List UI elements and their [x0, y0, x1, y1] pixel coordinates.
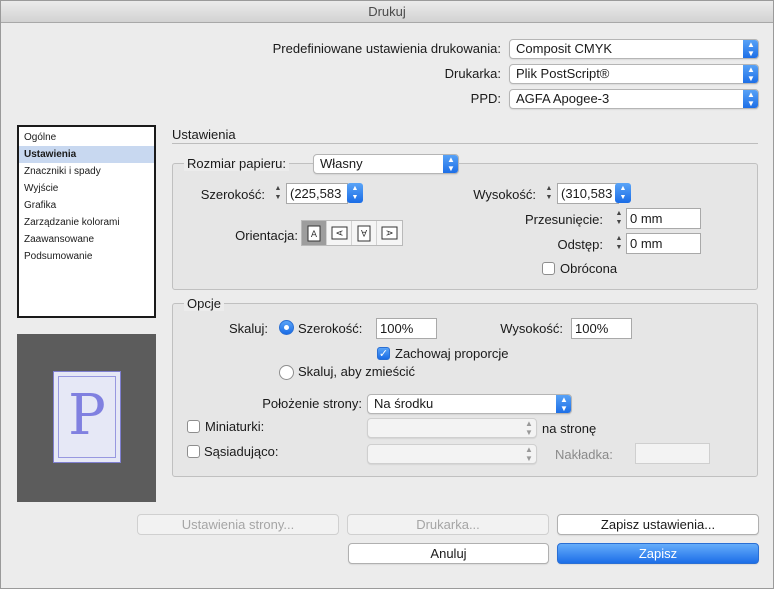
orientation-segmented-control: A A A A: [301, 220, 403, 246]
height-field[interactable]: (310,583: [557, 183, 619, 204]
reverse-portrait-orientation-icon[interactable]: A: [352, 221, 377, 245]
sidebar-item-marks-bleeds[interactable]: Znaczniki i spady: [19, 163, 154, 180]
cancel-button[interactable]: Anuluj: [348, 543, 549, 564]
sidebar-item-graphics[interactable]: Grafika: [19, 197, 154, 214]
scale-height-label: Wysokość:: [500, 321, 563, 336]
preset-label: Predefiniowane ustawienia drukowania:: [272, 41, 501, 56]
page-position-label: Położenie strony:: [262, 396, 362, 411]
paper-size-value: Własny: [320, 156, 363, 171]
flipped-label: Obrócona: [560, 261, 618, 276]
height-stepper-icon[interactable]: ▲ ▼: [544, 183, 554, 203]
width-label: Szerokość:: [200, 187, 265, 202]
gap-stepper-icon[interactable]: ▲ ▼: [614, 233, 624, 253]
thumbnails-select[interactable]: ▲ ▼: [367, 418, 537, 438]
page-position-select[interactable]: Na środku ▲ ▼: [367, 394, 572, 414]
overlap-field[interactable]: [635, 443, 710, 464]
height-label: Wysokość:: [473, 187, 536, 202]
section-title: Ustawienia: [172, 127, 236, 142]
sidebar-list: Ogólne Ustawienia Znaczniki i spady Wyjś…: [17, 125, 156, 318]
save-settings-button[interactable]: Zapisz ustawienia...: [557, 514, 759, 535]
sidebar-item-setup[interactable]: Ustawienia: [19, 146, 154, 163]
options-title: Opcje: [184, 296, 224, 311]
scale-radio[interactable]: [279, 320, 294, 335]
gap-field[interactable]: 0 mm: [626, 233, 701, 254]
preset-select[interactable]: Composit CMYK ▲ ▼: [509, 39, 759, 59]
chevron-updown-icon: ▲ ▼: [525, 445, 533, 463]
width-unit-stepper-icon[interactable]: ▲ ▼: [347, 183, 363, 203]
thumbnails-checkbox[interactable]: [187, 420, 200, 433]
preview-page: P: [53, 371, 121, 463]
sidebar-item-general[interactable]: Ogólne: [19, 129, 154, 146]
gap-label: Odstęp:: [557, 237, 603, 252]
page-preview: P: [17, 334, 156, 502]
preset-value: Composit CMYK: [516, 41, 613, 56]
flipped-checkbox[interactable]: [542, 262, 555, 275]
printer-value: Plik PostScript®: [516, 66, 610, 81]
svg-text:A: A: [311, 230, 318, 240]
chevron-updown-icon: ▲ ▼: [525, 419, 533, 437]
thumbnails-label: Miniaturki:: [205, 419, 265, 434]
svg-text:A: A: [335, 230, 344, 236]
scale-width-field[interactable]: 100%: [376, 318, 437, 339]
orientation-label: Orientacja:: [235, 228, 298, 243]
chevron-updown-icon: ▲ ▼: [556, 395, 571, 413]
scale-label: Skaluj:: [228, 321, 268, 336]
ppd-value: AGFA Apogee-3: [516, 91, 610, 106]
printer-select[interactable]: Plik PostScript® ▲ ▼: [509, 64, 759, 84]
chevron-updown-icon: ▲ ▼: [443, 155, 458, 173]
tile-label: Sąsiadująco:: [204, 444, 279, 459]
width-stepper-icon[interactable]: ▲ ▼: [273, 183, 283, 203]
offset-field[interactable]: 0 mm: [626, 208, 701, 229]
printer-button[interactable]: Drukarka...: [347, 514, 549, 535]
page-position-value: Na środku: [374, 396, 434, 411]
ppd-select[interactable]: AGFA Apogee-3 ▲ ▼: [509, 89, 759, 109]
sidebar-item-advanced[interactable]: Zaawansowane: [19, 231, 154, 248]
overlap-label: Nakładka:: [555, 447, 613, 462]
keep-proportions-checkbox[interactable]: ✓: [377, 347, 390, 360]
scale-to-fit-radio[interactable]: [279, 365, 294, 380]
sidebar-item-output[interactable]: Wyjście: [19, 180, 154, 197]
paper-size-select[interactable]: Własny ▲ ▼: [313, 154, 459, 174]
section-divider: [172, 143, 758, 144]
chevron-updown-icon: ▲ ▼: [743, 65, 758, 83]
scale-width-label: Szerokość:: [298, 321, 363, 336]
width-field[interactable]: (225,583: [286, 183, 348, 204]
offset-label: Przesunięcie:: [524, 212, 603, 227]
landscape-orientation-icon[interactable]: A: [327, 221, 352, 245]
print-dialog: Drukuj Predefiniowane ustawienia drukowa…: [0, 0, 774, 589]
reverse-landscape-orientation-icon[interactable]: A: [377, 221, 402, 245]
tile-checkbox[interactable]: [187, 445, 200, 458]
page-setup-button[interactable]: Ustawienia strony...: [137, 514, 339, 535]
window-title: Drukuj: [1, 1, 773, 23]
per-page-label: na stronę: [542, 421, 597, 436]
paper-size-label: Rozmiar papieru:: [184, 156, 289, 171]
svg-text:A: A: [360, 227, 367, 237]
keep-proportions-label: Zachowaj proporcje: [395, 346, 509, 361]
tile-select[interactable]: ▲ ▼: [367, 444, 537, 464]
save-button[interactable]: Zapisz: [557, 543, 759, 564]
ppd-label: PPD:: [470, 91, 501, 106]
svg-text:A: A: [385, 230, 394, 236]
preview-letter: P: [68, 383, 106, 448]
height-unit-stepper-icon[interactable]: ▲ ▼: [615, 183, 631, 203]
portrait-orientation-icon[interactable]: A: [302, 221, 327, 245]
chevron-updown-icon: ▲ ▼: [743, 90, 758, 108]
printer-label: Drukarka:: [444, 66, 501, 81]
sidebar-item-summary[interactable]: Podsumowanie: [19, 248, 154, 265]
chevron-updown-icon: ▲ ▼: [743, 40, 758, 58]
sidebar-item-color-management[interactable]: Zarządzanie kolorami: [19, 214, 154, 231]
scale-height-field[interactable]: 100%: [571, 318, 632, 339]
offset-stepper-icon[interactable]: ▲ ▼: [614, 208, 624, 228]
scale-to-fit-label: Skaluj, aby zmieścić: [298, 364, 416, 379]
